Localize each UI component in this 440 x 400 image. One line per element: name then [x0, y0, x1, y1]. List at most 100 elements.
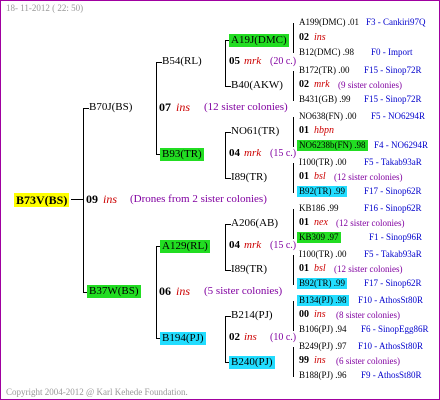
g5-symbol: ins [314, 355, 326, 366]
queen-g5-top[interactable]: KB186 .99 [299, 204, 339, 213]
connector [293, 23, 294, 53]
queen-g2-bottom[interactable]: B37W(BS) [87, 285, 141, 298]
queen-g5-bottom[interactable]: B188(PJ) .96 [299, 371, 347, 380]
g5-bottom-origin: F4 - NO6294R [374, 140, 429, 150]
queen-g3-b[interactable]: B93(TR) [160, 148, 204, 161]
queen-root[interactable]: B73V(BS) [14, 193, 70, 207]
g5-generation: 01 [299, 171, 309, 182]
connector [83, 108, 84, 292]
g2-top-generation: 07 [159, 100, 171, 114]
g5-symbol: bsl [314, 171, 326, 182]
g5-generation: 00 [299, 309, 309, 320]
g5-top-origin: F5 - NO6294R [371, 111, 426, 121]
connector [225, 132, 226, 178]
g5-symbol: ins [314, 32, 326, 43]
root-breeding-symbol: ins [103, 192, 118, 206]
g5-symbol: mrk [314, 79, 330, 90]
g5-symbol: bsl [314, 263, 326, 274]
queen-g5-bottom[interactable]: B92(TR) .99 [297, 186, 347, 197]
g3-a-symbol: mrk [244, 55, 262, 67]
queen-g5-top[interactable]: I100(TR) .00 [299, 250, 347, 259]
connector [293, 163, 294, 193]
queen-g5-top[interactable]: B134(PJ) .98 [297, 295, 349, 306]
g5-bottom-origin: F17 - Sinop62R [364, 278, 422, 288]
connector [225, 40, 226, 86]
g2-top-note: (12 sister colonies) [204, 101, 288, 113]
g5-bottom-origin: F15 - Sinop72R [364, 94, 422, 104]
g2-bottom-generation: 06 [159, 284, 171, 298]
connector [156, 246, 157, 338]
g2-bottom-note: (5 sister colonies) [204, 285, 283, 297]
queen-g5-top[interactable]: NO638(FN) .00 [299, 112, 357, 121]
connector [225, 224, 226, 270]
queen-g5-top[interactable]: I100(TR) .00 [299, 158, 347, 167]
g5-note: (12 sister colonies) [334, 172, 403, 182]
g5-bottom-origin: F17 - Sinop62R [364, 186, 422, 196]
g5-bottom-origin: F0 - Import [371, 47, 413, 57]
g5-bottom-origin: F1 - Sinop96R [369, 232, 423, 242]
g5-note: (12 sister colonies) [334, 264, 403, 274]
connector [71, 199, 83, 200]
g3-c-generation: 04 [229, 239, 240, 251]
g5-note: (12 sister colonies) [336, 218, 405, 228]
connector [293, 347, 294, 377]
g3-b-symbol: mrk [244, 147, 262, 159]
g3-b-generation: 04 [229, 147, 240, 159]
g5-top-origin: F3 - Cankiri97Q [366, 17, 426, 27]
queen-g5-bottom[interactable]: B92(TR) .99 [297, 278, 347, 289]
g5-top-origin: F15 - Sinop72R [364, 65, 422, 75]
queen-g4-c1[interactable]: A206(AB) [231, 218, 278, 229]
g3-b-note: (15 c.) [270, 148, 297, 159]
g5-symbol: nex [314, 217, 328, 228]
queen-g3-c[interactable]: A129(RL) [160, 240, 210, 253]
queen-g5-bottom[interactable]: B12(DMC) .98 [299, 48, 354, 57]
g5-note: (9 sister colonies) [338, 80, 402, 90]
g5-generation: 02 [299, 32, 309, 43]
queen-g4-a2[interactable]: B40(AKW) [231, 80, 283, 91]
g5-note: (6 sister colonies) [336, 356, 400, 366]
queen-g3-d[interactable]: B194(PJ) [160, 332, 206, 345]
queen-g5-top[interactable]: A199(DMC) .01 [299, 18, 359, 27]
g2-top-symbol: ins [176, 100, 191, 114]
connector [293, 71, 294, 101]
connector [293, 209, 294, 239]
queen-g4-b2[interactable]: I89(TR) [231, 172, 267, 183]
queen-g4-b1[interactable]: NO61(TR) [231, 126, 279, 137]
g2-bottom-symbol: ins [176, 284, 191, 298]
queen-g5-bottom[interactable]: B431(GB) .99 [299, 95, 351, 104]
queen-g4-a1[interactable]: A19J(DMC) [229, 34, 289, 47]
g5-top-origin: F10 - AthosSt80R [358, 341, 424, 351]
g5-top-origin: F16 - Sinop62R [364, 203, 422, 213]
queen-g4-d2[interactable]: B240(PJ) [229, 356, 275, 369]
g5-top-origin: F5 - Takab93aR [364, 157, 422, 167]
g5-symbol: hbpn [314, 125, 334, 136]
root-drone-note: (Drones from 2 sister colonies) [130, 193, 267, 205]
g3-d-symbol: ins [244, 331, 257, 343]
g3-a-generation: 05 [229, 55, 240, 67]
g3-d-note: (10 c.) [270, 332, 297, 343]
queen-g4-d1[interactable]: B214(PJ) [231, 310, 273, 321]
queen-g4-c2[interactable]: I89(TR) [231, 264, 267, 275]
g5-bottom-origin: F6 - SinopEgg86R [361, 324, 429, 334]
queen-g5-bottom[interactable]: NO6238b(FN) .98 [297, 140, 368, 151]
g3-c-symbol: mrk [244, 239, 262, 251]
queen-g2-top[interactable]: B70J(BS) [89, 102, 132, 113]
g5-generation: 01 [299, 217, 309, 228]
g3-a-note: (20 c.) [270, 56, 297, 67]
queen-g5-top[interactable]: B249(PJ) .97 [299, 342, 347, 351]
copyright: Copyright 2004-2012 @ Karl Kehede Founda… [6, 387, 188, 397]
queen-g5-bottom[interactable]: B106(PJ) .94 [299, 325, 347, 334]
g5-top-origin: F10 - AthosSt80R [358, 295, 424, 305]
g5-generation: 99 [299, 355, 309, 366]
g3-d-generation: 02 [229, 331, 240, 343]
g5-generation: 02 [299, 79, 309, 90]
queen-g5-top[interactable]: B172(TR) .00 [299, 66, 350, 75]
date-stamp: 18- 11-2012 ( 22: 50) [6, 3, 84, 13]
g5-bottom-origin: F9 - AthosSt80R [361, 370, 422, 380]
connector [293, 117, 294, 147]
connector [156, 62, 157, 154]
g5-symbol: ins [314, 309, 326, 320]
queen-g3-a[interactable]: B54(RL) [162, 56, 202, 67]
g5-generation: 01 [299, 125, 309, 136]
queen-g5-bottom[interactable]: KB309 .97 [297, 232, 341, 243]
